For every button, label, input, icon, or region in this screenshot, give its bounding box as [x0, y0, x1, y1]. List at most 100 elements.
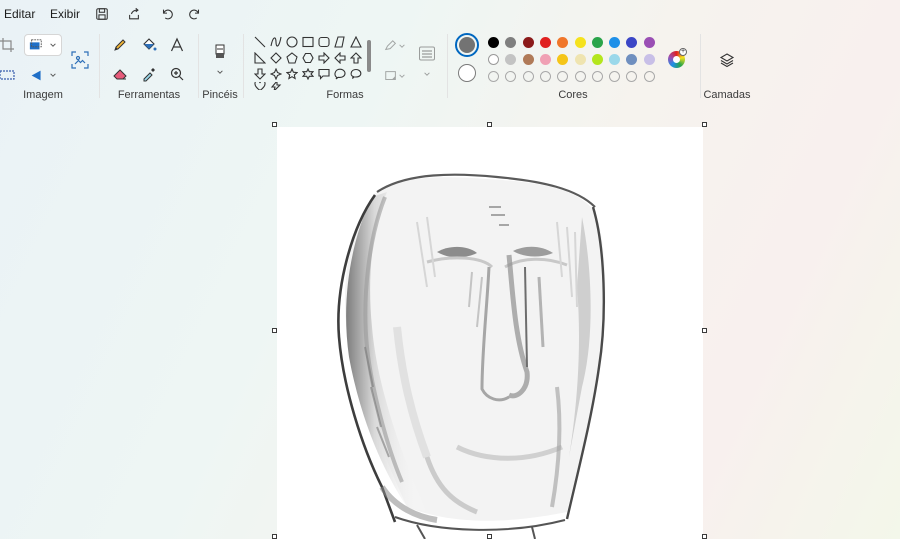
chevron-down-icon	[50, 43, 56, 47]
color-swatch[interactable]	[488, 37, 499, 48]
drawing-canvas[interactable]	[277, 127, 703, 539]
cloud-callout-shape-icon[interactable]	[349, 67, 363, 81]
chevron-down-icon[interactable]	[416, 63, 438, 85]
resize-handle[interactable]	[702, 328, 707, 333]
sketch-drawing	[337, 173, 606, 539]
color-swatch[interactable]	[574, 37, 586, 48]
heart-shape-icon[interactable]	[253, 82, 267, 90]
rectangle-shape-icon[interactable]	[301, 35, 315, 49]
color-swatch[interactable]	[539, 54, 551, 65]
up-arrow-shape-icon[interactable]	[349, 51, 363, 65]
redo-icon[interactable]	[185, 5, 205, 23]
color-swatch[interactable]	[626, 54, 638, 65]
rotate-icon[interactable]	[28, 64, 58, 86]
curve-shape-icon[interactable]	[269, 35, 283, 49]
magnifier-icon[interactable]	[166, 63, 188, 85]
group-label-tools: Ferramentas	[117, 89, 181, 101]
resize-handle[interactable]	[272, 328, 277, 333]
color-swatch[interactable]	[643, 37, 655, 48]
shapes-scrollbar[interactable]	[367, 40, 371, 72]
color-swatch[interactable]	[522, 54, 534, 65]
chevron-down-icon[interactable]	[209, 61, 231, 83]
color-swatch[interactable]	[488, 54, 499, 65]
color-swatch[interactable]	[505, 37, 517, 48]
left-arrow-shape-icon[interactable]	[333, 51, 347, 65]
resize-handle[interactable]	[702, 534, 707, 539]
custom-color-slot[interactable]	[505, 71, 517, 82]
fill-icon[interactable]	[380, 65, 410, 87]
color-swatch[interactable]	[626, 37, 638, 48]
resize-handle[interactable]	[487, 122, 492, 127]
resize-handle[interactable]	[272, 122, 277, 127]
rectangular-callout-shape-icon[interactable]	[317, 67, 331, 81]
chevron-down-icon	[399, 74, 405, 78]
four-point-star-shape-icon[interactable]	[269, 67, 283, 81]
right-arrow-shape-icon[interactable]	[317, 51, 331, 65]
color-swatch[interactable]	[609, 37, 621, 48]
divider	[447, 34, 448, 98]
resize-handle[interactable]	[702, 122, 707, 127]
undo-icon[interactable]	[157, 5, 177, 23]
triangle-shape-icon[interactable]	[349, 35, 363, 49]
brush-icon[interactable]	[209, 41, 231, 63]
custom-color-slot[interactable]	[557, 71, 569, 82]
resize-icon[interactable]	[0, 64, 18, 86]
custom-color-slot[interactable]	[574, 71, 586, 82]
diamond-shape-icon[interactable]	[269, 51, 283, 65]
five-point-star-shape-icon[interactable]	[285, 67, 299, 81]
primary-color[interactable]	[455, 33, 479, 57]
custom-color-slot[interactable]	[643, 71, 655, 82]
custom-color-slot[interactable]	[522, 71, 534, 82]
rounded-rectangle-shape-icon[interactable]	[317, 35, 331, 49]
fill-bucket-icon[interactable]	[138, 34, 160, 56]
oval-shape-icon[interactable]	[285, 35, 299, 49]
polygon-shape-icon[interactable]	[333, 35, 347, 49]
share-icon[interactable]	[124, 5, 144, 23]
color-swatch[interactable]	[557, 37, 569, 48]
custom-color-slot[interactable]	[488, 71, 499, 82]
eraser-icon[interactable]	[109, 63, 131, 85]
divider	[243, 34, 244, 98]
line-shape-icon[interactable]	[253, 35, 267, 49]
divider	[99, 34, 100, 98]
oval-callout-shape-icon[interactable]	[333, 67, 347, 81]
pentagon-shape-icon[interactable]	[285, 51, 299, 65]
resize-handle[interactable]	[272, 534, 277, 539]
layers-icon[interactable]	[716, 49, 738, 71]
menu-edit[interactable]: Editar	[0, 0, 35, 28]
chevron-down-icon	[399, 44, 405, 48]
color-swatch[interactable]	[609, 54, 621, 65]
lightning-shape-icon[interactable]	[269, 82, 283, 90]
resize-handle[interactable]	[487, 534, 492, 539]
custom-color-slot[interactable]	[609, 71, 621, 82]
color-swatch[interactable]	[539, 37, 551, 48]
crop-icon[interactable]	[0, 34, 18, 56]
edit-colors-icon[interactable]: +	[668, 48, 687, 68]
group-label-colors: Cores	[558, 89, 588, 101]
group-label-layers: Camadas	[703, 89, 751, 101]
pencil-icon[interactable]	[109, 34, 131, 56]
outline-icon[interactable]	[380, 35, 410, 57]
six-point-star-shape-icon[interactable]	[301, 67, 315, 81]
menu-view[interactable]: Exibir	[46, 0, 80, 28]
color-swatch[interactable]	[591, 54, 603, 65]
hexagon-shape-icon[interactable]	[301, 51, 315, 65]
down-arrow-shape-icon[interactable]	[253, 67, 267, 81]
custom-color-slot[interactable]	[539, 71, 551, 82]
color-swatch[interactable]	[557, 54, 569, 65]
chevron-down-icon	[49, 73, 56, 77]
secondary-color[interactable]	[458, 64, 476, 82]
select-tool-button[interactable]	[24, 34, 62, 56]
custom-color-slot[interactable]	[591, 71, 603, 82]
color-picker-icon[interactable]	[138, 63, 160, 85]
color-swatch[interactable]	[643, 54, 655, 65]
custom-color-slot[interactable]	[626, 71, 638, 82]
color-swatch[interactable]	[591, 37, 603, 48]
right-triangle-shape-icon[interactable]	[253, 51, 267, 65]
image-select-icon[interactable]	[68, 48, 92, 72]
save-icon[interactable]	[92, 5, 112, 23]
text-icon[interactable]	[166, 34, 188, 56]
color-swatch[interactable]	[522, 37, 534, 48]
color-swatch[interactable]	[574, 54, 586, 65]
color-swatch[interactable]	[505, 54, 517, 65]
